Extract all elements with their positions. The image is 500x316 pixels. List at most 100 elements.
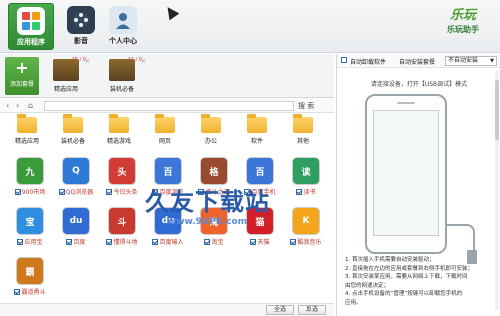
app-checkbox[interactable] bbox=[204, 238, 211, 245]
logo-name: 乐玩助手 bbox=[447, 25, 479, 34]
app-checkbox[interactable] bbox=[58, 188, 65, 195]
nav-profile[interactable]: 个人中心 bbox=[100, 3, 146, 50]
app-label: 懂得斗地 bbox=[113, 239, 138, 246]
app-checkbox[interactable] bbox=[106, 238, 113, 245]
auto-uninstall-checkbox[interactable] bbox=[341, 57, 347, 65]
package-badge: 11 / 0 bbox=[127, 57, 142, 63]
app-icon: Q bbox=[62, 157, 90, 185]
app-item[interactable]: du 百度 bbox=[54, 205, 98, 249]
app-icon-glyph: K bbox=[302, 216, 310, 226]
device-options-bar: 自动卸载软件 自动安装套餐 不自动安装 ▼ bbox=[337, 54, 500, 68]
app-icon: 格 bbox=[200, 157, 228, 185]
app-checkbox[interactable] bbox=[152, 238, 159, 245]
package-bar: + 添加套餐 精选应用 15 / 0 × 装机必备 11 / 0 × bbox=[0, 54, 334, 98]
left-panel: + 添加套餐 精选应用 15 / 0 × 装机必备 11 / 0 × ‹ › ⌂… bbox=[0, 54, 334, 316]
app-checkbox[interactable] bbox=[17, 238, 24, 245]
auto-uninstall-label: 自动卸载软件 bbox=[350, 59, 387, 66]
app-icon-glyph: 九 bbox=[25, 167, 35, 178]
folder-item[interactable]: 办公 bbox=[192, 114, 230, 145]
package-card[interactable]: 装机必备 11 / 0 × bbox=[100, 57, 146, 95]
add-package-button[interactable]: + 添加套餐 bbox=[5, 57, 39, 95]
folder-label: 精选应用 bbox=[14, 138, 39, 145]
app-checkbox[interactable] bbox=[106, 188, 113, 195]
close-icon[interactable]: × bbox=[141, 58, 146, 65]
app-icon: 宝 bbox=[16, 207, 44, 235]
app-icon-glyph: 头 bbox=[117, 167, 127, 178]
mouse-cursor-icon bbox=[162, 3, 180, 21]
folder-item[interactable]: 精选游戏 bbox=[100, 114, 138, 145]
folder-item[interactable]: 其他 bbox=[284, 114, 322, 145]
app-label: 百度 bbox=[73, 239, 86, 246]
folder-icon bbox=[293, 114, 313, 133]
user-profile-icon bbox=[109, 6, 137, 34]
phone-illustration bbox=[365, 94, 447, 254]
app-label: 天猫 bbox=[257, 239, 270, 246]
forward-arrow-icon[interactable]: › bbox=[16, 101, 19, 110]
folder-item[interactable]: 精选应用 bbox=[8, 114, 46, 145]
path-input[interactable] bbox=[44, 101, 294, 111]
app-icon-glyph: 百 bbox=[255, 167, 265, 178]
app-icon: 斗 bbox=[108, 207, 136, 235]
app-icon: 霸 bbox=[16, 257, 44, 285]
app-icon-glyph: 宝 bbox=[25, 217, 35, 228]
vertical-scrollbar[interactable] bbox=[495, 70, 499, 310]
watermark-text: 久友下载站 bbox=[145, 188, 270, 216]
select-all-button[interactable]: 全选 bbox=[266, 305, 294, 315]
search-button[interactable]: 搜 索 bbox=[298, 101, 314, 111]
app-item[interactable]: 读读书 bbox=[284, 155, 328, 199]
app-checkbox[interactable] bbox=[14, 188, 21, 195]
toolbar: ‹ › ⌂ 搜 索 bbox=[0, 99, 334, 113]
folder-label: 装机必备 bbox=[60, 138, 85, 145]
app-item[interactable]: 宝应用宝 bbox=[8, 205, 52, 249]
app-item[interactable]: 头今日头条 bbox=[100, 155, 144, 199]
app-checkbox[interactable] bbox=[66, 238, 73, 245]
folder-row: 精选应用 装机必备 精选游戏 网页 办公 软件 其他 bbox=[0, 114, 334, 152]
app-item[interactable]: K 酷我音乐 bbox=[284, 205, 328, 249]
app-checkbox[interactable] bbox=[296, 188, 303, 195]
app-icon-glyph: du bbox=[69, 216, 83, 226]
app-item[interactable]: 霸霸道勇斗 bbox=[8, 255, 52, 299]
install-mode-select[interactable]: 不自动安装 ▼ bbox=[445, 56, 497, 66]
nav-media[interactable]: 影音 bbox=[58, 3, 104, 50]
install-mode-value: 不自动安装 bbox=[448, 57, 479, 64]
package-label: 精选应用 bbox=[53, 86, 78, 93]
package-card[interactable]: 精选应用 15 / 0 × bbox=[44, 57, 90, 95]
usb-cable-icon bbox=[445, 224, 475, 252]
folder-item[interactable]: 装机必备 bbox=[54, 114, 92, 145]
home-icon[interactable]: ⌂ bbox=[28, 101, 33, 110]
folder-label: 网页 bbox=[158, 138, 171, 145]
instruction-step: 3. 首次安装某应用，需要从网络上下载，下载时间 bbox=[345, 274, 468, 280]
app-checkbox[interactable] bbox=[290, 238, 297, 245]
folder-item[interactable]: 网页 bbox=[146, 114, 184, 145]
scrollbar-thumb[interactable] bbox=[495, 80, 499, 140]
app-label: 900市场 bbox=[21, 189, 46, 196]
connect-notice: 请连接设备，打开【USB调试】模式 bbox=[370, 81, 468, 88]
folder-item[interactable]: 软件 bbox=[238, 114, 276, 145]
chevron-down-icon: ▼ bbox=[490, 58, 494, 64]
nav-profile-label: 个人中心 bbox=[109, 37, 137, 45]
nav-apps[interactable]: 应用程序 bbox=[8, 3, 54, 50]
nav-media-label: 影音 bbox=[74, 37, 88, 45]
app-icon-glyph: 霸 bbox=[25, 267, 35, 278]
add-package-label: 添加套餐 bbox=[9, 81, 34, 88]
folder-icon bbox=[17, 114, 37, 133]
back-arrow-icon[interactable]: ‹ bbox=[6, 101, 9, 110]
instruction-step: 2. 直接拖在左边的应用或套餐到右侧手机即可安装； bbox=[345, 265, 473, 272]
app-label: 淘宝 bbox=[211, 239, 224, 246]
app-item[interactable]: Q QQ浏览器 bbox=[54, 155, 98, 199]
app-icon: 九 bbox=[16, 157, 44, 185]
close-icon[interactable]: × bbox=[85, 58, 90, 65]
app-label: QQ浏览器 bbox=[65, 189, 94, 196]
invert-selection-button[interactable]: 反选 bbox=[298, 305, 326, 315]
phone-speaker bbox=[397, 102, 415, 104]
app-item[interactable]: 斗懂得斗地 bbox=[100, 205, 144, 249]
app-item[interactable]: 九 900市场 bbox=[8, 155, 52, 199]
app-checkbox[interactable] bbox=[14, 288, 21, 295]
folder-icon bbox=[247, 114, 267, 133]
app-label: 读书 bbox=[303, 189, 316, 196]
folder-label: 其他 bbox=[296, 138, 309, 145]
app-icon: du bbox=[62, 207, 90, 235]
app-icon: 百 bbox=[154, 157, 182, 185]
package-label: 装机必备 bbox=[109, 86, 134, 93]
app-checkbox[interactable] bbox=[250, 238, 257, 245]
